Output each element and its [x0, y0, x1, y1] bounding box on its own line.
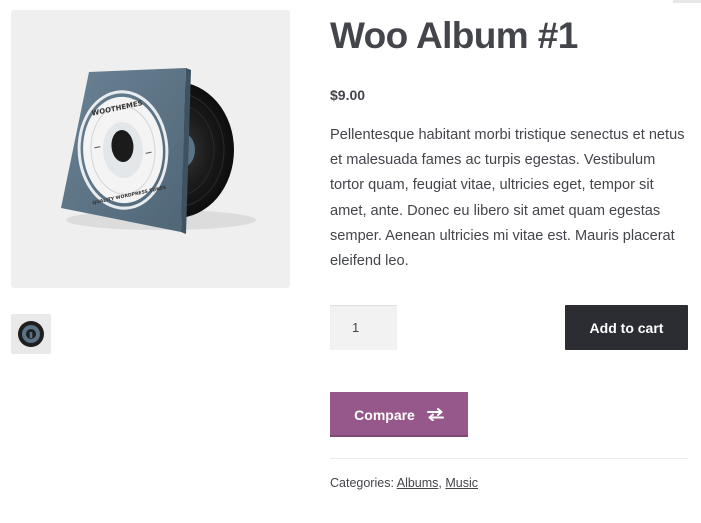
- category-separator: ,: [438, 476, 442, 490]
- compare-button-label: Compare: [354, 406, 415, 423]
- product-description: Pellentesque habitant morbi tristique se…: [330, 127, 685, 270]
- meta-divider: [330, 458, 688, 459]
- swap-arrows-icon: [426, 408, 444, 421]
- corner-fragment: [673, 0, 701, 3]
- product-main-image[interactable]: WOOTHEMES QUALITY WORDPRESS TUNES: [11, 10, 290, 288]
- product-page: WOOTHEMES QUALITY WORDPRESS TUNES Woo Al…: [0, 0, 701, 523]
- category-link-music[interactable]: Music: [445, 476, 478, 490]
- product-thumbnail[interactable]: [11, 314, 51, 354]
- category-link-albums[interactable]: Albums: [397, 476, 439, 490]
- quantity-input[interactable]: [330, 305, 397, 350]
- product-title: Woo Album #1: [330, 15, 578, 56]
- album-cover-image: WOOTHEMES QUALITY WORDPRESS TUNES: [61, 68, 256, 234]
- product-price: $9.00: [330, 87, 366, 103]
- product-categories: Categories: Albums, Music: [330, 474, 478, 492]
- compare-button[interactable]: Compare: [330, 392, 468, 437]
- add-to-cart-button[interactable]: Add to cart: [565, 305, 688, 350]
- categories-label: Categories:: [330, 476, 394, 490]
- album-thumbnail-icon: [18, 321, 44, 347]
